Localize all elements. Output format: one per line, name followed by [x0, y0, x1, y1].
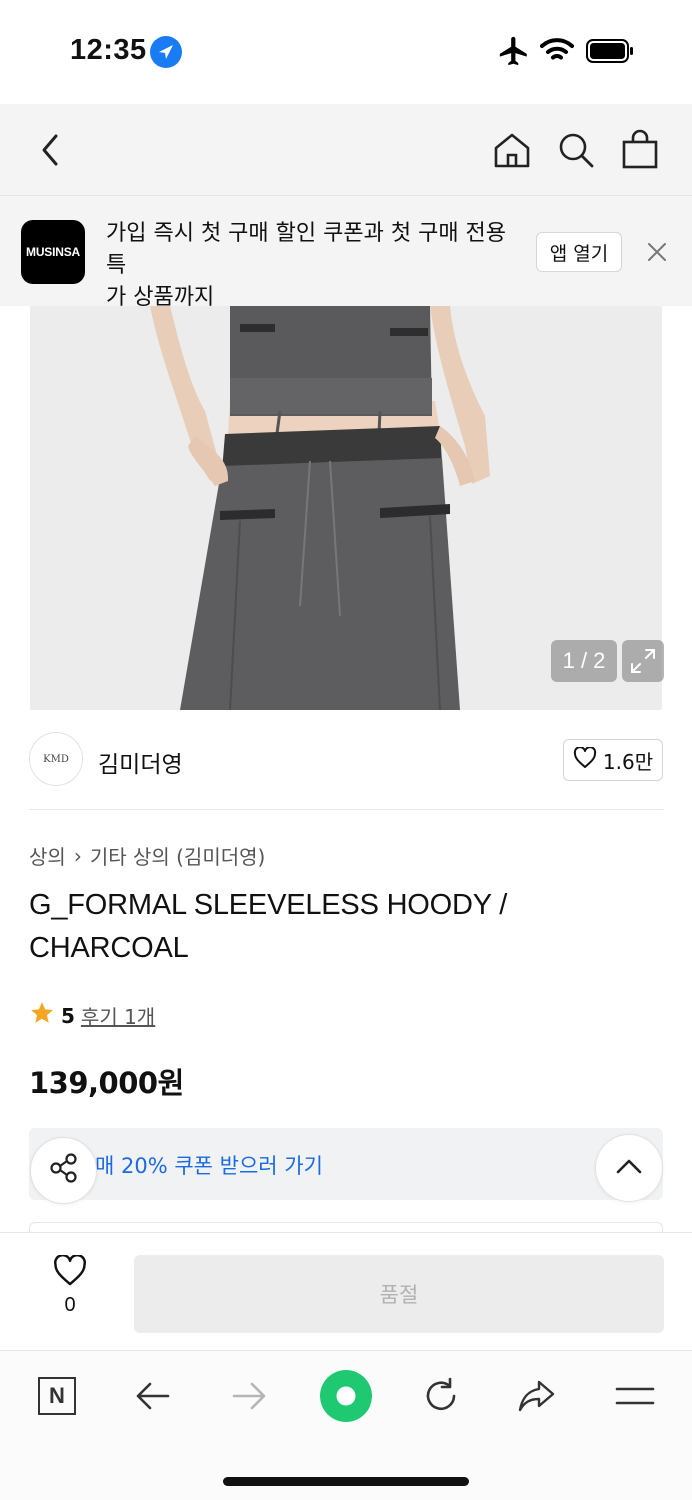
home-indicator	[223, 1477, 469, 1486]
forward-icon[interactable]	[224, 1371, 274, 1421]
wifi-icon	[540, 36, 574, 71]
status-time: 12:35	[70, 34, 147, 66]
brand-logo[interactable]: KMD	[29, 732, 83, 786]
close-icon[interactable]	[646, 241, 668, 268]
naver-n-icon[interactable]: N	[32, 1371, 82, 1421]
menu-icon[interactable]	[610, 1371, 660, 1421]
green-dot-icon[interactable]	[320, 1370, 372, 1422]
share-icon[interactable]	[512, 1371, 562, 1421]
banner-message-line1: 가입 즉시 첫 구매 할인 쿠폰과 첫 구매 전용 특	[106, 221, 507, 278]
home-icon[interactable]	[492, 130, 532, 175]
image-counter: 1 / 2	[551, 640, 617, 682]
heart-outline-icon	[573, 745, 597, 774]
site-header	[0, 104, 692, 196]
back-icon[interactable]	[128, 1371, 178, 1421]
breadcrumb-category[interactable]: 상의	[29, 841, 66, 870]
expand-icon[interactable]	[622, 640, 664, 682]
battery-icon	[586, 38, 634, 69]
musinsa-logo: MUSINSA	[21, 220, 85, 284]
breadcrumb: 상의 › 기타 상의 (김미더영)	[29, 841, 265, 870]
airplane-icon	[497, 34, 531, 73]
back-arrow-icon[interactable]	[34, 132, 66, 173]
rating-score: 5	[61, 1003, 75, 1028]
shopping-bag-icon[interactable]	[620, 128, 660, 175]
brand-like-count: 1.6만	[602, 749, 654, 774]
wishlist-count: 0	[64, 1294, 76, 1316]
breadcrumb-subcategory[interactable]: 기타 상의 (김미더영)	[90, 841, 266, 870]
product-price: 139,000원	[29, 1066, 184, 1100]
divider	[29, 809, 663, 810]
open-app-button[interactable]: 앱 열기	[536, 232, 622, 272]
search-icon[interactable]	[556, 130, 596, 175]
share-nodes-icon	[47, 1151, 81, 1190]
coupon-text[interactable]: 매 20% 쿠폰 받으러 가기	[95, 1150, 323, 1180]
star-icon	[29, 1000, 55, 1031]
rating-row: 5 후기 1개	[29, 1000, 155, 1031]
coupon-banner[interactable]: 매 20% 쿠폰 받으러 가기	[29, 1128, 663, 1200]
browser-toolbar: N	[0, 1350, 692, 1500]
brand-name[interactable]: 김미더영	[98, 745, 183, 779]
heart-outline-icon	[52, 1253, 88, 1291]
status-bar: 12:35	[0, 0, 692, 104]
location-arrow-icon	[150, 36, 182, 68]
reviews-link[interactable]: 후기 1개	[81, 1001, 155, 1030]
product-title: G_FORMAL SLEEVELESS HOODY / CHARCOAL	[29, 889, 508, 964]
share-button[interactable]	[30, 1137, 97, 1204]
app-install-banner: MUSINSA 가입 즉시 첫 구매 할인 쿠폰과 첫 구매 전용 특 가 상품…	[0, 196, 692, 310]
wishlist-button[interactable]: 0	[40, 1253, 100, 1317]
banner-message: 가입 즉시 첫 구매 할인 쿠폰과 첫 구매 전용 특 가 상품까지	[106, 218, 524, 314]
chevron-up-icon	[614, 1156, 644, 1181]
chevron-right-icon: ›	[73, 843, 82, 868]
scroll-top-button[interactable]	[595, 1134, 663, 1202]
purchase-bar: 0 품절	[0, 1232, 692, 1350]
reload-icon[interactable]	[416, 1371, 466, 1421]
sold-out-button[interactable]: 품절	[134, 1255, 664, 1333]
brand-like-button[interactable]: 1.6만	[563, 739, 663, 781]
